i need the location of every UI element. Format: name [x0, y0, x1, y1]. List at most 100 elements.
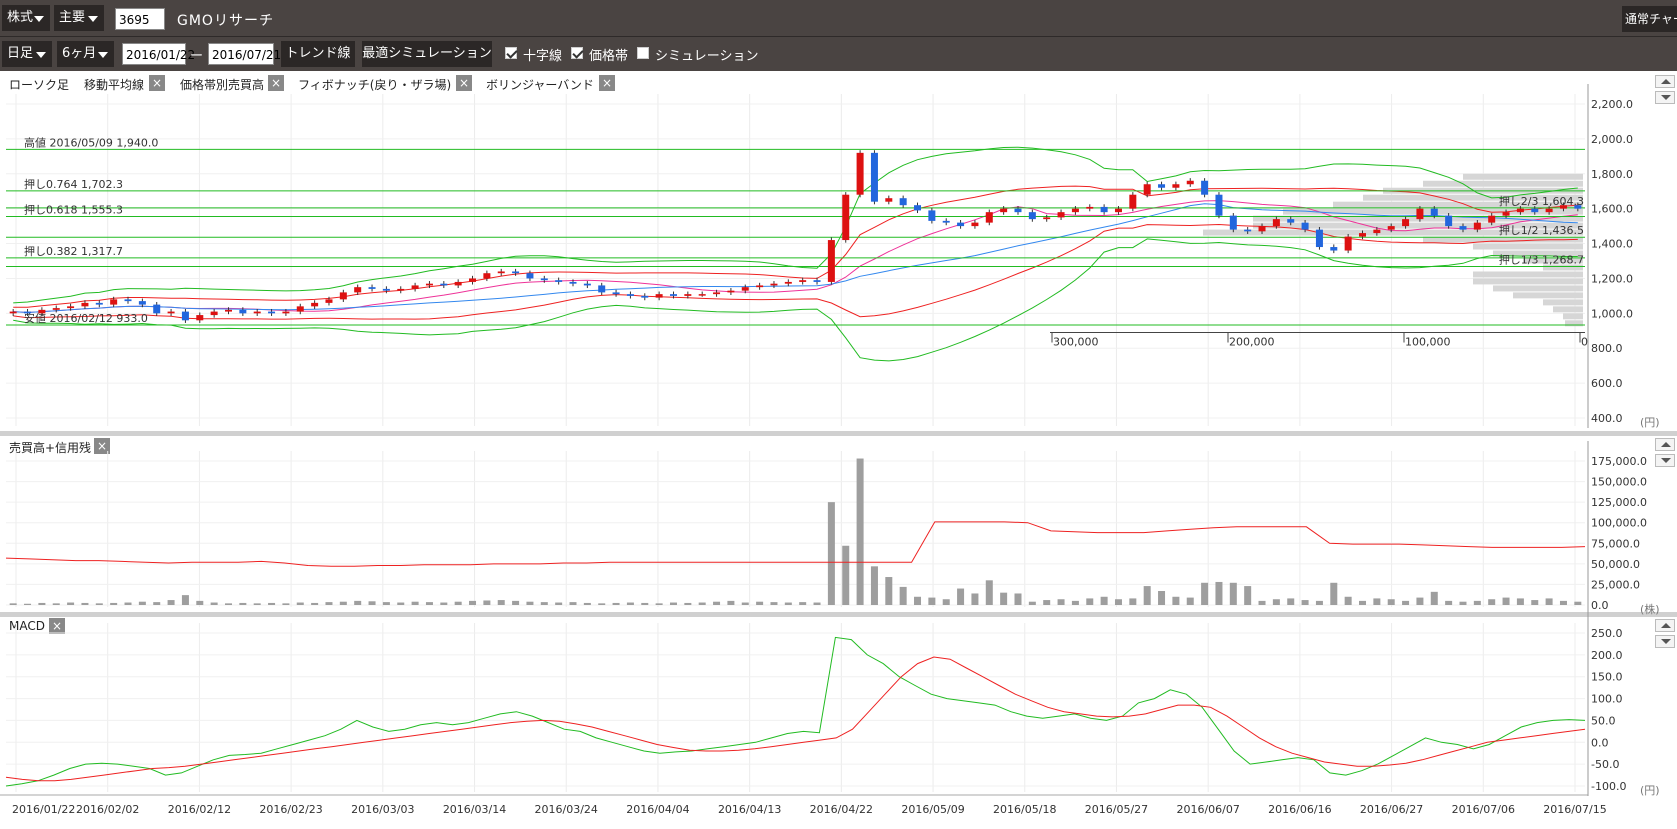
candle-up: [1043, 217, 1051, 220]
x-axis-date-label: 2016/04/22: [810, 803, 873, 816]
volume-bar: [1201, 582, 1209, 605]
volume-bar: [454, 601, 462, 605]
candle-up: [425, 283, 433, 286]
price-axis-tick-label: 1,600.0: [1591, 203, 1633, 216]
fibonacci-level-label: 押し1/2 1,436.5: [1499, 223, 1584, 237]
candle-up: [1114, 208, 1122, 213]
volume-bar: [856, 458, 864, 605]
volume-bar: [1402, 600, 1410, 605]
candle-down: [368, 287, 376, 289]
volume-bar: [655, 603, 663, 605]
candle-up: [1473, 222, 1481, 230]
x-axis-date-label: 2016/05/18: [993, 803, 1056, 816]
volume-bar: [526, 601, 534, 605]
volume-axis-tick-label: 75,000.0: [1591, 537, 1640, 550]
volume-bar: [1545, 598, 1553, 605]
volume-profile-tick-label: 100,000: [1405, 336, 1451, 349]
candle-down: [899, 198, 907, 206]
volume-bar: [1172, 596, 1180, 605]
candle-up: [985, 212, 993, 223]
volume-bar: [397, 602, 405, 605]
candle-down: [641, 295, 649, 298]
candle-up: [1344, 236, 1352, 251]
candle-up: [1057, 212, 1065, 218]
candle-up: [339, 292, 347, 300]
candle-down: [1445, 215, 1453, 227]
candle-up: [38, 309, 46, 314]
candle-down: [598, 285, 606, 293]
macd-axis-tick-label: 100.0: [1591, 693, 1623, 706]
candle-up: [1545, 208, 1553, 213]
margin-balance-line: [5, 521, 1586, 567]
volume-bar: [727, 600, 735, 605]
candle-up: [1402, 219, 1410, 227]
volume-bar: [339, 601, 347, 605]
volume-bar: [784, 602, 792, 605]
candle-up: [110, 299, 118, 305]
candle-down: [813, 280, 821, 282]
candle-up: [655, 294, 663, 298]
volume-bar: [1459, 601, 1467, 605]
candle-up: [1488, 215, 1496, 223]
x-axis-date-label: 2016/03/24: [535, 803, 598, 816]
volume-bar: [382, 602, 390, 605]
volume-bar: [583, 602, 591, 605]
candle-up: [1359, 233, 1367, 237]
candle-down: [626, 294, 634, 296]
volume-bar: [1488, 599, 1496, 605]
candle-down: [1229, 215, 1237, 230]
price-axis-tick-label: 2,200.0: [1591, 98, 1633, 111]
candle-down: [1028, 212, 1036, 220]
volume-bar: [1086, 598, 1094, 605]
candle-down: [942, 220, 950, 223]
volume-bar: [1158, 591, 1166, 605]
volume-bar: [1071, 600, 1079, 605]
fibonacci-level-label: 高値 2016/05/09 1,940.0: [24, 135, 158, 149]
macd-axis-tick-label: 250.0: [1591, 627, 1623, 640]
volume-bar: [684, 602, 692, 605]
candle-up: [770, 283, 778, 286]
candle-up: [1416, 208, 1424, 220]
volume-bar: [1215, 581, 1223, 605]
volume-bar: [110, 602, 118, 605]
x-axis-date-label: 2016/05/09: [901, 803, 964, 816]
candle-up: [741, 287, 749, 291]
candle-up: [827, 240, 835, 282]
candle-up: [713, 292, 721, 295]
volume-by-price-bar: [1473, 271, 1583, 278]
chart-canvas[interactable]: 2016/01/22 2016/02/02 2016/02/12 2016/02/23…: [0, 0, 1677, 829]
x-axis-date-label: 2016/07/06: [1452, 803, 1515, 816]
volume-bar: [827, 502, 835, 605]
volume-bar: [942, 599, 950, 605]
candle-up: [1502, 212, 1510, 216]
volume-bar: [253, 603, 261, 605]
volume-bar: [138, 601, 146, 605]
volume-bar: [1387, 599, 1395, 605]
candle-up: [196, 315, 204, 321]
candle-down: [957, 222, 965, 227]
candle-down: [1574, 205, 1582, 209]
volume-bar: [497, 600, 505, 605]
volume-bar: [311, 602, 319, 605]
volume-bar: [899, 586, 907, 605]
volume-by-price-bar: [1563, 313, 1583, 320]
volume-bar: [612, 602, 620, 605]
volume-bar: [469, 600, 477, 605]
volume-by-price-bar: [1493, 285, 1583, 292]
volume-bar: [38, 602, 46, 605]
candle-up: [52, 308, 60, 310]
volume-by-price-bar: [1473, 278, 1583, 285]
candle-up: [885, 198, 893, 202]
candle-down: [555, 280, 563, 282]
volume-bar: [153, 602, 161, 605]
volume-bar: [885, 577, 893, 605]
volume-bar: [1100, 596, 1108, 605]
candle-up: [397, 288, 405, 291]
volume-bar: [1516, 598, 1524, 605]
candle-down: [569, 281, 577, 284]
volume-by-price-bar: [1423, 180, 1583, 187]
candle-down: [1315, 229, 1323, 248]
x-axis-date-label: 2016/02/02: [76, 803, 139, 816]
candle-up: [1071, 208, 1079, 213]
candle-up: [311, 302, 319, 307]
